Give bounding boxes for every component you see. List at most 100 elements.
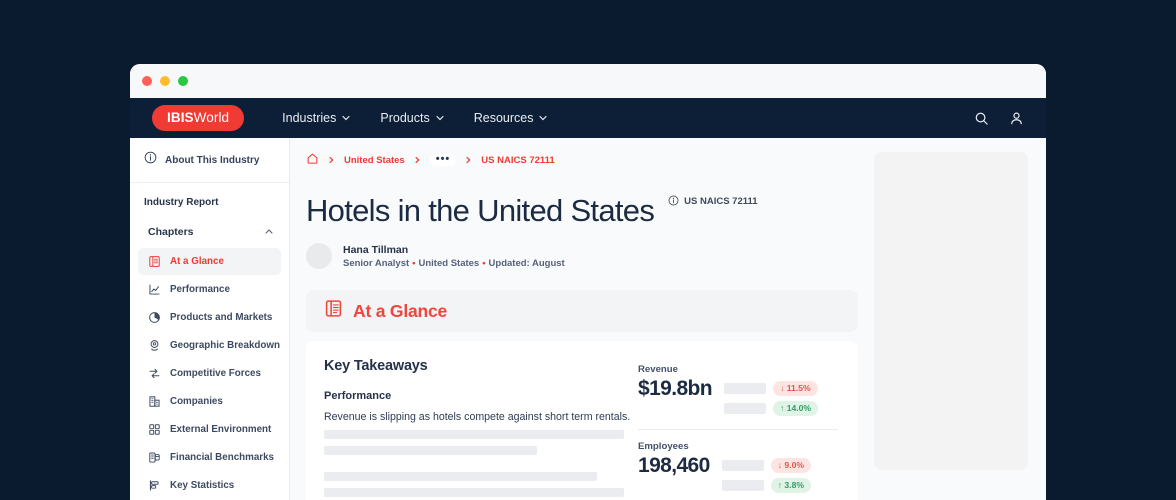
sidebar-about-this-industry[interactable]: About This Industry [130, 138, 289, 183]
chevron-up-icon [265, 223, 273, 241]
sidebar-item-at-a-glance[interactable]: At a Glance [138, 248, 281, 275]
top-navigation-bar: IBISWorld Industries Products Resources [130, 98, 1046, 138]
arrow-down-icon: ↓ [777, 460, 783, 470]
skeleton-line [324, 430, 624, 439]
window-maximize-button[interactable] [178, 76, 188, 86]
sidebar-item-products-and-markets[interactable]: Products and Markets [138, 304, 281, 331]
logo-bold-text: IBIS [167, 110, 194, 125]
page-title: Hotels in the United States [306, 193, 655, 228]
performance-lead-text: Revenue is slipping as hotels compete ag… [324, 411, 631, 423]
badge-value: 11.5% [786, 383, 811, 393]
badge-line: ↑ 3.8% [721, 478, 811, 493]
meta-separator: • [482, 257, 486, 269]
sidebar-item-financial-benchmarks[interactable]: Financial Benchmarks [138, 444, 281, 471]
avatar [306, 243, 332, 269]
breadcrumb-item-united-states[interactable]: United States [344, 155, 405, 166]
breadcrumb-overflow-button[interactable]: ••• [429, 154, 457, 166]
sidebar-item-label: External Environment [170, 424, 272, 435]
nav-actions [974, 111, 1024, 126]
performance-subheading: Performance [324, 390, 392, 402]
arrow-up-icon: ↑ [777, 480, 783, 490]
window-minimize-button[interactable] [160, 76, 170, 86]
stat-value: 198,460 [638, 454, 710, 477]
stat-row: 198,460 ↓ 9.0% ↑ 3.8% [638, 454, 838, 493]
window-close-button[interactable] [142, 76, 152, 86]
stat-block-employees: Employees 198,460 ↓ 9.0% ↑ 3.8% [638, 441, 838, 493]
nav-item-products[interactable]: Products [380, 111, 444, 125]
skeleton-chip [721, 480, 764, 491]
sidebar-chapters-group: Chapters At a Glance Performance Product… [138, 216, 281, 499]
nav-menu: Industries Products Resources [282, 111, 548, 125]
chevron-down-icon [342, 114, 350, 122]
sidebar-about-label: About This Industry [165, 154, 260, 166]
skeleton-line [324, 472, 597, 481]
stat-label: Revenue [638, 364, 678, 375]
main-content: United States ••• US NAICS 72111 Hotels … [290, 138, 874, 500]
badge-value: 9.0% [784, 460, 804, 470]
nav-item-industries[interactable]: Industries [282, 111, 350, 125]
stat-label: Employees [638, 441, 689, 452]
skeleton-line [324, 488, 624, 497]
stat-badges: ↓ 9.0% ↑ 3.8% [721, 454, 811, 493]
home-icon[interactable] [306, 152, 319, 168]
status-badge-down: ↓ 9.0% [770, 458, 811, 473]
at-a-glance-title: At a Glance [353, 300, 448, 321]
author-name: Hana Tillman [343, 243, 409, 256]
info-icon [144, 151, 157, 169]
browser-window: IBISWorld Industries Products Resources [130, 64, 1046, 500]
naics-tag[interactable]: US NAICS 72111 [668, 195, 758, 209]
at-a-glance-banner: At a Glance [306, 290, 858, 332]
breadcrumb: United States ••• US NAICS 72111 [306, 138, 858, 168]
arrow-up-icon: ↑ [780, 403, 785, 413]
grid-icon [148, 423, 161, 436]
sidebar-item-label: Products and Markets [170, 312, 273, 323]
badge-line: ↑ 14.0% [724, 401, 819, 416]
nav-item-resources[interactable]: Resources [474, 111, 548, 125]
stat-badges: ↓ 11.5% ↑ 14.0% [724, 377, 819, 416]
rail-placeholder-card [874, 152, 1028, 470]
key-takeaways-heading: Key Takeaways [324, 358, 428, 374]
sidebar-item-label: Financial Benchmarks [170, 452, 274, 463]
sidebar-item-performance[interactable]: Performance [138, 276, 281, 303]
sidebar-item-external-environment[interactable]: External Environment [138, 416, 281, 443]
sidebar-item-geographic-breakdown[interactable]: Geographic Breakdown [138, 332, 281, 359]
breadcrumb-separator-icon [465, 156, 472, 164]
key-takeaways-card: Key Takeaways Performance Revenue is sli… [306, 341, 858, 500]
status-badge-up: ↑ 3.8% [770, 478, 811, 493]
status-badge-up: ↑ 14.0% [773, 401, 819, 416]
sidebar-section-title: Industry Report [144, 197, 219, 208]
pie-chart-icon [148, 311, 161, 324]
user-icon[interactable] [1009, 111, 1024, 126]
skeleton-chip [721, 460, 764, 471]
search-icon[interactable] [974, 111, 989, 126]
breadcrumb-item-naics[interactable]: US NAICS 72111 [481, 155, 554, 166]
chevron-down-icon [436, 114, 444, 122]
sidebar-item-label: Key Statistics [170, 480, 235, 491]
status-badge-down: ↓ 11.5% [773, 381, 818, 396]
right-rail [874, 138, 1046, 500]
info-icon [668, 195, 679, 209]
sidebar-chapters-toggle[interactable]: Chapters [138, 216, 281, 248]
ibisworld-logo[interactable]: IBISWorld [152, 105, 245, 131]
sidebar-item-key-statistics[interactable]: Key Statistics [138, 472, 281, 499]
breadcrumb-separator-icon [328, 156, 335, 164]
bar-chart-icon [148, 479, 161, 492]
sidebar-item-companies[interactable]: Companies [138, 388, 281, 415]
arrow-down-icon: ↓ [780, 383, 785, 393]
skeleton-chip [724, 383, 767, 394]
skeleton-line [324, 446, 537, 455]
author-role: Senior Analyst [343, 257, 410, 269]
author-block: Hana Tillman Senior Analyst • United State… [306, 243, 858, 269]
sidebar-item-label: At a Glance [170, 256, 224, 267]
sidebar-item-label: Competitive Forces [170, 368, 261, 379]
book-icon [148, 255, 161, 268]
book-icon [324, 299, 343, 323]
line-chart-icon [148, 283, 161, 296]
sidebar-item-competitive-forces[interactable]: Competitive Forces [138, 360, 281, 387]
building-icon [148, 395, 161, 408]
stats-divider [638, 429, 838, 430]
breadcrumb-separator-icon [414, 156, 421, 164]
sidebar-item-label: Geographic Breakdown [170, 340, 280, 351]
nav-item-label: Products [380, 111, 430, 125]
badge-value: 14.0% [786, 403, 812, 413]
